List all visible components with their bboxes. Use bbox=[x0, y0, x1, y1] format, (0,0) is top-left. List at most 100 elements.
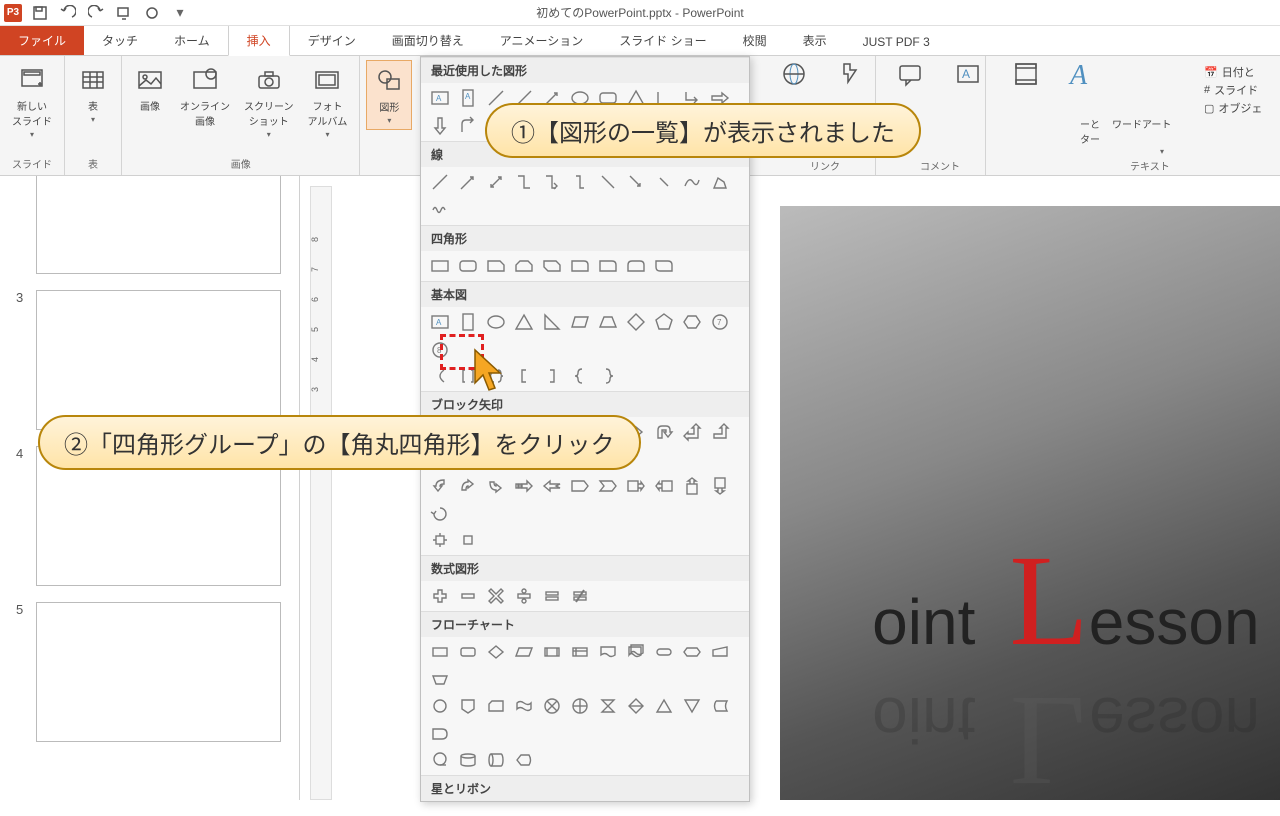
triangle-icon[interactable] bbox=[513, 311, 535, 333]
curved-left-arrow-icon[interactable] bbox=[429, 475, 451, 497]
textbox-icon[interactable]: A bbox=[954, 60, 982, 88]
fc-extract-icon[interactable] bbox=[653, 695, 675, 717]
fc-card-icon[interactable] bbox=[485, 695, 507, 717]
scribble-icon[interactable] bbox=[429, 199, 451, 221]
fc-direct-access-icon[interactable] bbox=[485, 749, 507, 771]
parallelogram-icon[interactable] bbox=[569, 311, 591, 333]
save-icon[interactable] bbox=[26, 2, 54, 24]
hyperlink-icon[interactable] bbox=[780, 60, 808, 88]
fc-decision-icon[interactable] bbox=[485, 641, 507, 663]
divide-icon[interactable] bbox=[513, 585, 535, 607]
minus-icon[interactable] bbox=[457, 585, 479, 607]
equal-icon[interactable] bbox=[541, 585, 563, 607]
slide-thumbnail-2[interactable] bbox=[36, 176, 281, 274]
online-pictures-button[interactable]: オンライン 画像 bbox=[174, 60, 236, 132]
fc-predefined-icon[interactable] bbox=[541, 641, 563, 663]
line-icon[interactable] bbox=[429, 171, 451, 193]
fc-data-icon[interactable] bbox=[513, 641, 535, 663]
right-brace-icon[interactable] bbox=[597, 365, 619, 387]
redo-icon[interactable] bbox=[82, 2, 110, 24]
bent-arrow-icon[interactable] bbox=[457, 115, 479, 137]
pentagon-arrow-icon[interactable] bbox=[569, 475, 591, 497]
round-diagonal-icon[interactable] bbox=[653, 255, 675, 277]
fc-delay-icon[interactable] bbox=[429, 723, 451, 745]
fc-alt-process-icon[interactable] bbox=[457, 641, 479, 663]
multiply-icon[interactable] bbox=[485, 585, 507, 607]
tab-view[interactable]: 表示 bbox=[785, 26, 845, 55]
tab-animations[interactable]: アニメーション bbox=[482, 26, 602, 55]
fc-manual-operation-icon[interactable] bbox=[429, 669, 451, 691]
double-arrow-line-icon[interactable] bbox=[485, 171, 507, 193]
curved-down-arrow-icon[interactable] bbox=[485, 475, 507, 497]
vertical-textbox-shape-icon[interactable]: A bbox=[457, 87, 479, 109]
textbox-shape-icon[interactable]: A bbox=[429, 87, 451, 109]
quick-access-icon[interactable] bbox=[110, 2, 138, 24]
left-brace-icon[interactable] bbox=[569, 365, 591, 387]
down-arrow-icon[interactable] bbox=[429, 115, 451, 137]
snip-diagonal-icon[interactable] bbox=[541, 255, 563, 277]
table-button[interactable]: 表 ▾ bbox=[71, 60, 115, 128]
arrow-line-icon[interactable] bbox=[457, 171, 479, 193]
rectangle-icon[interactable] bbox=[429, 255, 451, 277]
fc-tape-icon[interactable] bbox=[513, 695, 535, 717]
new-slide-button[interactable]: 新しい スライド ▾ bbox=[6, 60, 58, 143]
left-up-arrow-icon[interactable] bbox=[681, 421, 703, 443]
bent-up-arrow-icon[interactable] bbox=[709, 421, 731, 443]
curve-left-icon[interactable] bbox=[429, 365, 451, 387]
curved-double-arrow-icon[interactable] bbox=[653, 171, 675, 193]
tab-touch[interactable]: タッチ bbox=[84, 26, 156, 55]
striped-right-arrow-icon[interactable] bbox=[513, 475, 535, 497]
vtextbox-icon[interactable] bbox=[457, 311, 479, 333]
left-arrow-callout-icon[interactable] bbox=[653, 475, 675, 497]
circular-arrow-icon[interactable] bbox=[429, 503, 451, 525]
snip-single-corner-icon[interactable] bbox=[485, 255, 507, 277]
object-button[interactable]: ▢オブジェ bbox=[1204, 100, 1262, 116]
slide-thumbnail-5[interactable] bbox=[36, 602, 281, 742]
picture-button[interactable]: 画像 bbox=[128, 60, 172, 117]
left-right-arrow-callout-icon[interactable] bbox=[457, 529, 479, 551]
fc-connector-icon[interactable] bbox=[429, 695, 451, 717]
snip-same-side-icon[interactable] bbox=[513, 255, 535, 277]
fc-preparation-icon[interactable] bbox=[681, 641, 703, 663]
fc-offpage-icon[interactable] bbox=[457, 695, 479, 717]
curved-arrow-connector-icon[interactable] bbox=[625, 171, 647, 193]
curve-icon[interactable] bbox=[681, 171, 703, 193]
diamond-icon[interactable] bbox=[625, 311, 647, 333]
hexagon-icon[interactable] bbox=[681, 311, 703, 333]
tab-slideshow[interactable]: スライド ショー bbox=[601, 26, 724, 55]
photo-album-button[interactable]: フォト アルバム ▾ bbox=[302, 60, 354, 143]
uturn-arrow-icon[interactable] bbox=[653, 421, 675, 443]
freeform-icon[interactable] bbox=[709, 171, 731, 193]
action-icon[interactable] bbox=[838, 60, 866, 88]
elbow-connector-icon[interactable] bbox=[513, 171, 535, 193]
slide-number-button[interactable]: #スライド bbox=[1204, 82, 1262, 98]
fc-display-icon[interactable] bbox=[513, 749, 535, 771]
curved-up-arrow-icon[interactable] bbox=[457, 475, 479, 497]
shapes-button[interactable]: 図形 ▾ bbox=[366, 60, 412, 130]
slide-thumbnail-3[interactable] bbox=[36, 290, 281, 430]
fc-terminator-icon[interactable] bbox=[653, 641, 675, 663]
chevron-icon[interactable] bbox=[597, 475, 619, 497]
touch-mode-icon[interactable] bbox=[138, 2, 166, 24]
fc-sum-icon[interactable] bbox=[541, 695, 563, 717]
screenshot-button[interactable]: スクリーン ショット ▾ bbox=[238, 60, 300, 143]
comment-icon[interactable] bbox=[896, 60, 924, 88]
elbow-double-arrow-icon[interactable] bbox=[569, 171, 591, 193]
not-equal-icon[interactable] bbox=[569, 585, 591, 607]
undo-icon[interactable] bbox=[54, 2, 82, 24]
left-bracket-icon[interactable] bbox=[513, 365, 535, 387]
quad-arrow-callout-icon[interactable] bbox=[429, 529, 451, 551]
fc-seq-storage-icon[interactable] bbox=[429, 749, 451, 771]
down-arrow-callout-icon[interactable] bbox=[709, 475, 731, 497]
tab-insert[interactable]: 挿入 bbox=[228, 25, 290, 56]
header-footer-icon[interactable] bbox=[1012, 60, 1040, 88]
fc-collate-icon[interactable] bbox=[597, 695, 619, 717]
fc-document-icon[interactable] bbox=[597, 641, 619, 663]
right-arrow-callout-icon[interactable] bbox=[625, 475, 647, 497]
octagon-icon[interactable]: 8 bbox=[429, 339, 451, 361]
heptagon-icon[interactable]: 7 bbox=[709, 311, 731, 333]
fc-manual-input-icon[interactable] bbox=[709, 641, 731, 663]
round-single-corner-icon[interactable] bbox=[597, 255, 619, 277]
fc-sort-icon[interactable] bbox=[625, 695, 647, 717]
textbox-icon[interactable]: A bbox=[429, 311, 451, 333]
